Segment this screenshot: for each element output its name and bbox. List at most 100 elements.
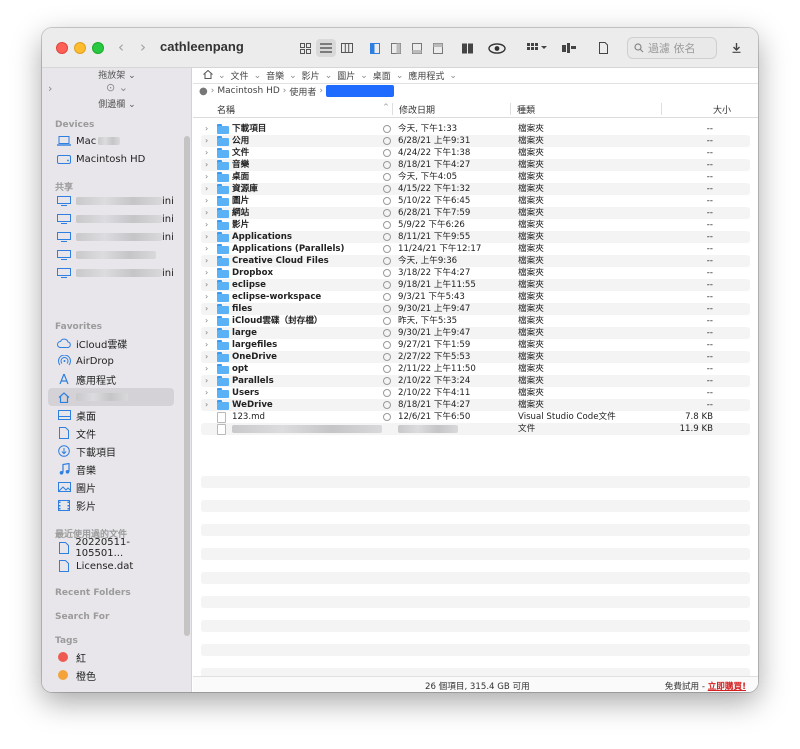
sidebar-item-shared[interactable]: ini xyxy=(48,192,174,210)
disclosure-triangle-icon[interactable]: › xyxy=(205,387,208,399)
column-kind[interactable]: 種類 xyxy=(517,103,535,116)
disclosure-triangle-icon[interactable]: › xyxy=(205,315,208,327)
arrange-button[interactable] xyxy=(526,39,548,57)
sidebar-tag-orange[interactable]: 橙色 xyxy=(48,666,174,684)
table-row[interactable]: › OneDrive 2/27/22 下午5:53 檔案夾 -- xyxy=(201,351,750,363)
statusbar-toggle-button[interactable] xyxy=(410,39,424,57)
icon-view-button[interactable] xyxy=(297,39,313,57)
sidebar-item-movies[interactable]: 影片 xyxy=(48,496,174,514)
table-row[interactable]: › 下載項目 今天, 下午1:33 檔案夾 -- xyxy=(201,123,750,135)
table-row[interactable]: 123.md 12/6/21 下午6:50 Visual Studio Code文件… xyxy=(201,411,750,423)
column-date[interactable]: 修改日期 xyxy=(399,103,435,116)
table-row[interactable]: › 文件 4/24/22 下午1:38 檔案夾 -- xyxy=(201,147,750,159)
table-row[interactable]: 文件 11.9 KB xyxy=(201,423,750,435)
sidebar-item-shared[interactable] xyxy=(48,246,174,264)
table-row[interactable]: › eclipse-workspace 9/3/21 下午5:43 檔案夾 -- xyxy=(201,291,750,303)
compress-button[interactable] xyxy=(560,39,578,57)
disclosure-triangle-icon[interactable]: › xyxy=(205,123,208,135)
buy-now-link[interactable]: 立即購買! xyxy=(708,682,746,692)
table-row[interactable]: › large 9/30/21 上午9:47 檔案夾 -- xyxy=(201,327,750,339)
table-row[interactable]: › 圖片 5/10/22 下午6:45 檔案夾 -- xyxy=(201,195,750,207)
sidebar-item-mac[interactable]: Mac xyxy=(48,132,174,150)
home-icon[interactable] xyxy=(203,69,213,82)
shortcut-movies[interactable]: 影片 xyxy=(302,69,320,82)
sidebar-item-shared[interactable]: ini xyxy=(48,264,174,282)
disclosure-triangle-icon[interactable]: › xyxy=(205,147,208,159)
disclosure-triangle-icon[interactable]: › xyxy=(205,279,208,291)
sidebar-item-desktop[interactable]: 桌面 xyxy=(48,406,174,424)
table-row[interactable]: › 桌面 今天, 下午4:05 檔案夾 -- xyxy=(201,171,750,183)
sidebar-item-downloads[interactable]: 下載項目 xyxy=(48,442,174,460)
sidebar-item-shared[interactable]: ini xyxy=(48,228,174,246)
column-name[interactable]: 名稱 xyxy=(217,103,235,116)
disclosure-triangle-icon[interactable]: › xyxy=(205,339,208,351)
sidebar-tag-yellow[interactable] xyxy=(48,684,174,692)
dual-pane-button[interactable] xyxy=(460,39,474,57)
action-menu[interactable]: ⊙ ⌄ xyxy=(42,81,192,94)
disclosure-triangle-icon[interactable]: › xyxy=(205,171,208,183)
column-divider[interactable] xyxy=(510,103,511,115)
breadcrumb-macintosh-hd[interactable]: Macintosh HD xyxy=(217,86,279,96)
disclosure-triangle-icon[interactable]: › xyxy=(205,363,208,375)
sidebar-scrollbar[interactable] xyxy=(184,136,190,636)
disclosure-triangle-icon[interactable]: › xyxy=(205,243,208,255)
sidebar-item-home[interactable] xyxy=(48,388,174,406)
disclosure-triangle-icon[interactable]: › xyxy=(205,327,208,339)
sidebar-item-macintosh-hd[interactable]: Macintosh HD xyxy=(48,150,174,168)
forward-button[interactable]: › xyxy=(140,38,146,56)
disclosure-triangle-icon[interactable]: › xyxy=(205,219,208,231)
disclosure-triangle-icon[interactable]: › xyxy=(205,351,208,363)
column-size[interactable]: 大小 xyxy=(713,103,731,116)
shelf-toggle[interactable]: 拖放架 ⌄ xyxy=(42,68,192,81)
disclosure-triangle-icon[interactable]: › xyxy=(205,207,208,219)
disclosure-triangle-icon[interactable]: › xyxy=(205,375,208,387)
quick-look-button[interactable] xyxy=(487,39,507,57)
column-divider[interactable] xyxy=(661,103,662,115)
disclosure-triangle-icon[interactable]: › xyxy=(205,135,208,147)
table-row[interactable]: › Parallels 2/10/22 下午3:24 檔案夾 -- xyxy=(201,375,750,387)
disclosure-triangle-icon[interactable]: › xyxy=(205,255,208,267)
table-row[interactable]: › 影片 5/9/22 下午6:26 檔案夾 -- xyxy=(201,219,750,231)
sidebar-item-icloud[interactable]: iCloud雲碟 xyxy=(48,334,174,352)
table-row[interactable]: › 網站 6/28/21 下午7:59 檔案夾 -- xyxy=(201,207,750,219)
search-field[interactable]: 過濾 依名 xyxy=(627,37,717,59)
table-row[interactable]: › WeDrive 8/18/21 下午4:27 檔案夾 -- xyxy=(201,399,750,411)
column-view-button[interactable] xyxy=(339,39,355,57)
sidebar-item-applications[interactable]: 應用程式 xyxy=(48,370,174,388)
minimize-button[interactable] xyxy=(74,42,86,54)
breadcrumb-current-redacted[interactable] xyxy=(326,85,394,97)
sidebar-item-airdrop[interactable]: AirDrop xyxy=(48,352,174,370)
list-view-button[interactable] xyxy=(316,39,336,57)
shortcut-pictures[interactable]: 圖片 xyxy=(337,69,355,82)
table-row[interactable]: › Applications (Parallels) 11/24/21 下午12:1… xyxy=(201,243,750,255)
sidebar-item-documents[interactable]: 文件 xyxy=(48,424,174,442)
table-row[interactable]: › 公用 6/28/21 上午9:31 檔案夾 -- xyxy=(201,135,750,147)
shortcut-desktop[interactable]: 桌面 xyxy=(373,69,391,82)
table-row[interactable]: › Creative Cloud Files 今天, 上午9:36 檔案夾 -- xyxy=(201,255,750,267)
disclosure-triangle-icon[interactable]: › xyxy=(205,303,208,315)
disclosure-triangle-icon[interactable]: › xyxy=(205,195,208,207)
sidebar-item-shared[interactable]: ini xyxy=(48,210,174,228)
close-button[interactable] xyxy=(56,42,68,54)
shortcut-documents[interactable]: 文件 xyxy=(231,69,249,82)
table-row[interactable]: › Users 2/10/22 下午4:11 檔案夾 -- xyxy=(201,387,750,399)
table-row[interactable]: › 資源庫 4/15/22 下午1:32 檔案夾 -- xyxy=(201,183,750,195)
disclosure-triangle-icon[interactable]: › xyxy=(205,267,208,279)
back-button[interactable]: ‹ xyxy=(118,38,124,56)
sidebar-item-pictures[interactable]: 圖片 xyxy=(48,478,174,496)
breadcrumb-users[interactable]: 使用者 xyxy=(289,85,316,98)
sidebar-item-recent-file[interactable]: 20220511-105501... xyxy=(48,537,174,559)
sidebar-tag-red[interactable]: 紅 xyxy=(48,648,174,666)
pathbar-toggle-button[interactable] xyxy=(431,39,445,57)
sidebar-toggle-button[interactable] xyxy=(368,39,382,57)
shortcut-music[interactable]: 音樂 xyxy=(266,69,284,82)
table-row[interactable]: › Dropbox 3/18/22 下午4:27 檔案夾 -- xyxy=(201,267,750,279)
disclosure-triangle-icon[interactable]: › xyxy=(205,159,208,171)
table-row[interactable]: › largefiles 9/27/21 下午1:59 檔案夾 -- xyxy=(201,339,750,351)
sidebar-item-recent-file[interactable]: License.dat xyxy=(48,557,174,575)
sidebar-item-music[interactable]: 音樂 xyxy=(48,460,174,478)
download-button[interactable] xyxy=(730,39,742,57)
sidebar-menu[interactable]: 側邊欄 ⌄ xyxy=(42,97,192,110)
table-row[interactable]: › eclipse 9/18/21 上午11:55 檔案夾 -- xyxy=(201,279,750,291)
preview-toggle-button[interactable] xyxy=(389,39,403,57)
